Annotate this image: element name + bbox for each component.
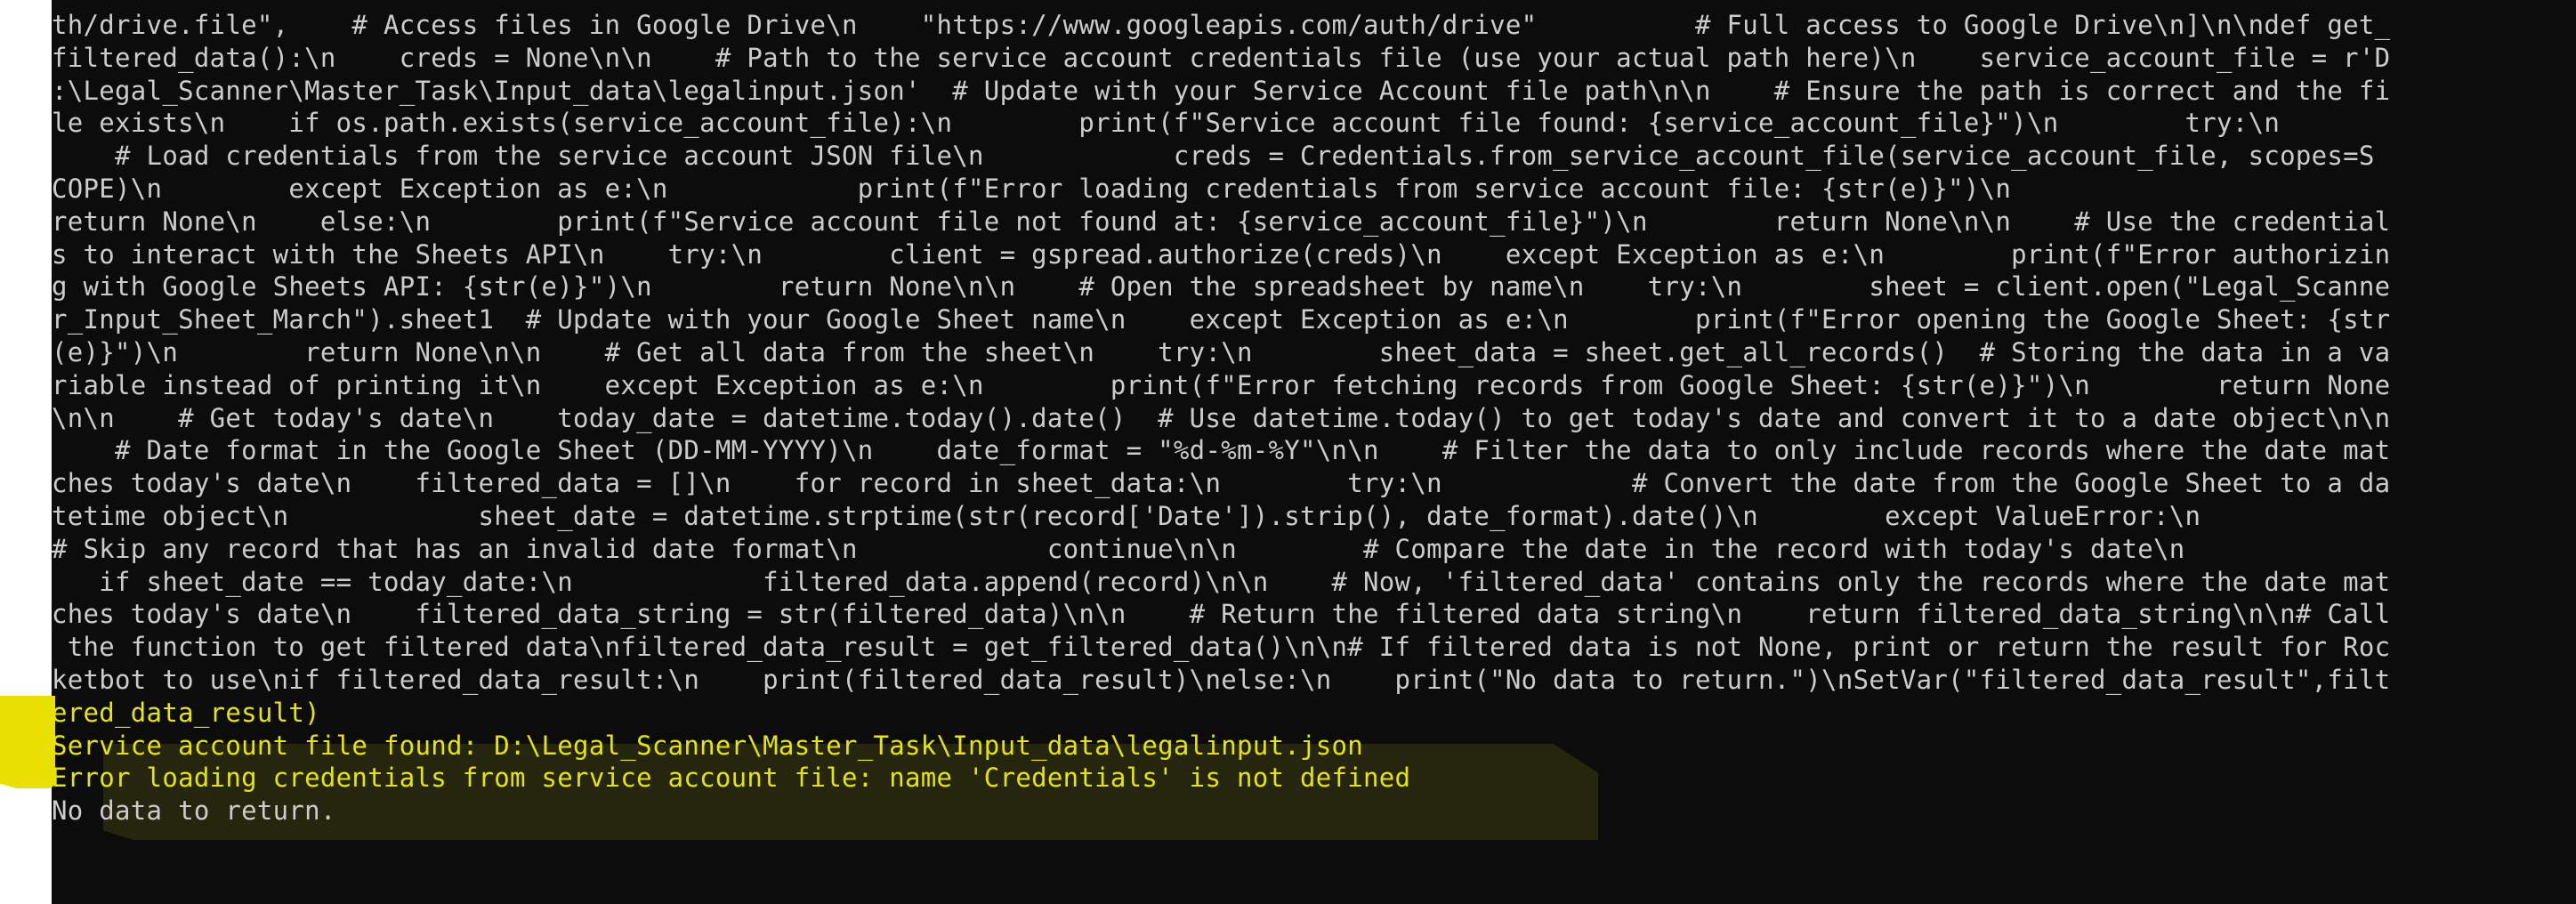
code-line: # Skip any record that has an invalid da…	[52, 533, 2185, 564]
code-line: :\Legal_Scanner\Master_Task\Input_data\l…	[52, 75, 2391, 106]
code-line: ketbot to use\nif filtered_data_result:\…	[52, 664, 2391, 695]
code-line: g with Google Sheets API: {str(e)}")\n r…	[52, 271, 2391, 303]
code-line: th/drive.file", # Access files in Google…	[52, 10, 2391, 40]
terminal-window[interactable]: th/drive.file", # Access files in Google…	[52, 0, 2576, 904]
terminal-output: th/drive.file", # Access files in Google…	[52, 9, 2390, 827]
code-line: # Date format in the Google Sheet (DD-MM…	[52, 435, 2391, 466]
output-line-no-data: No data to return.	[52, 795, 336, 827]
code-line: return None\n else:\n print(f"Service ac…	[52, 206, 2391, 237]
highlight-marker	[0, 696, 55, 788]
code-line: (e)}")\n return None\n\n # Get all data …	[52, 336, 2391, 367]
code-line: tetime object\n sheet_date = datetime.st…	[52, 500, 2201, 531]
code-line: \n\n # Get today's date\n today_date = d…	[52, 402, 2391, 433]
code-line: the function to get filtered data\nfilte…	[52, 632, 2391, 663]
code-line: ches today's date\n filtered_data = []\n…	[52, 468, 2391, 499]
code-line: # Load credentials from the service acco…	[52, 141, 2375, 172]
code-line: if sheet_date == today_date:\n filtered_…	[52, 566, 2391, 597]
code-line: filtered_data():\n creds = None\n\n # Pa…	[52, 42, 2391, 73]
code-line: COPE)\n except Exception as e:\n print(f…	[52, 173, 2012, 204]
output-line-credentials-error: Error loading credentials from service a…	[52, 763, 1411, 794]
code-line: le exists\n if os.path.exists(service_ac…	[52, 108, 2281, 139]
code-line: ches today's date\n filtered_data_string…	[52, 599, 2391, 630]
code-line: r_Input_Sheet_March").sheet1 # Update wi…	[52, 304, 2391, 335]
code-line: riable instead of printing it\n except E…	[52, 369, 2391, 400]
output-line: ered_data_result)	[52, 697, 320, 728]
code-line: s to interact with the Sheets API\n try:…	[52, 238, 2391, 270]
output-line-service-account-found: Service account file found: D:\Legal_Sca…	[52, 730, 1364, 761]
